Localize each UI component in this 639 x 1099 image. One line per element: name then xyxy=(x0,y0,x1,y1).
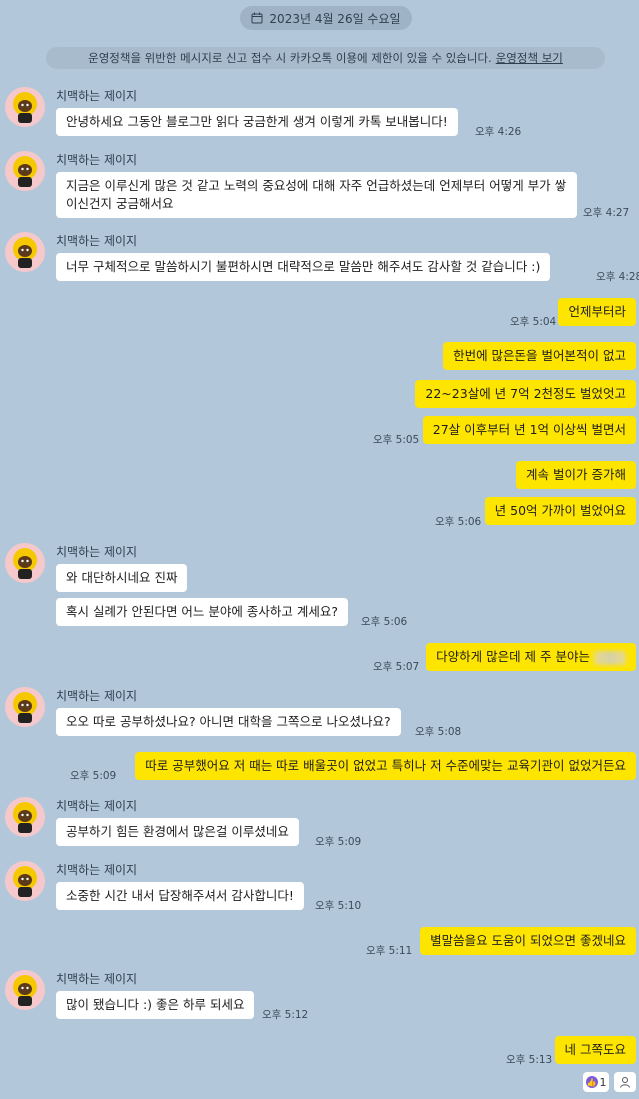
message-bubble[interactable]: 안녕하세요 그동안 블로그만 읽다 궁금한게 생겨 이렇게 카톡 보내봅니다! xyxy=(56,108,458,136)
message-time: 오후 5:08 xyxy=(415,726,462,738)
message-bubble[interactable]: 따로 공부했어요 저 때는 따로 배울곳이 없었고 특히나 저 수준에맞는 교육… xyxy=(135,752,636,780)
message-bubble[interactable]: 너무 구체적으로 말씀하시기 불편하시면 대략적으로 말씀만 해주셔도 감사할 … xyxy=(56,253,551,281)
message-time: 오후 5:06 xyxy=(361,616,408,628)
thumbs-up-icon: 👍 xyxy=(585,1076,598,1088)
calendar-icon xyxy=(251,12,263,24)
sender-name: 치맥하는 제이지 xyxy=(56,153,138,167)
sender-avatar[interactable] xyxy=(5,87,45,127)
avatar-character-icon xyxy=(5,87,45,127)
message-time: 오후 5:13 xyxy=(506,1054,553,1066)
sender-name: 치맥하는 제이지 xyxy=(56,972,138,986)
message-bubble[interactable]: 한번에 많은돈을 벌어본적이 없고 xyxy=(443,342,636,370)
sender-name: 치맥하는 제이지 xyxy=(56,89,138,103)
message-time: 오후 5:09 xyxy=(315,836,362,848)
sender-avatar[interactable] xyxy=(5,687,45,727)
message-time: 오후 5:09 xyxy=(70,770,117,782)
message-bubble[interactable]: 27살 이후부터 년 1억 이상씩 벌면서 xyxy=(422,416,636,444)
message-time: 오후 4:26 xyxy=(475,126,522,138)
blurred-redaction xyxy=(594,650,626,665)
sender-name: 치맥하는 제이지 xyxy=(56,689,138,703)
sender-avatar[interactable] xyxy=(5,861,45,901)
avatar-character-icon xyxy=(5,797,45,837)
message-time: 오후 4:28 xyxy=(596,271,639,283)
date-text: 2023년 4월 26일 수요일 xyxy=(269,11,401,26)
sender-avatar[interactable] xyxy=(5,543,45,583)
message-bubble[interactable]: 언제부터라 xyxy=(558,298,636,326)
sender-avatar[interactable] xyxy=(5,970,45,1010)
avatar-character-icon xyxy=(5,232,45,272)
message-time: 오후 5:06 xyxy=(435,516,482,528)
message-bubble[interactable]: 와 대단하시네요 진짜 xyxy=(56,564,188,592)
sender-avatar[interactable] xyxy=(5,232,45,272)
policy-link[interactable]: 운영정책 보기 xyxy=(496,50,563,66)
sender-avatar[interactable] xyxy=(5,797,45,837)
policy-notice: 운영정책을 위반한 메시지로 신고 접수 시 카카오톡 이용에 제한이 있을 수… xyxy=(46,47,605,69)
date-divider: 2023년 4월 26일 수요일 xyxy=(240,6,412,30)
message-time: 오후 5:04 xyxy=(510,316,557,328)
message-time: 오후 5:11 xyxy=(366,945,413,957)
avatar-character-icon xyxy=(5,687,45,727)
reaction-user-button[interactable] xyxy=(614,1072,636,1092)
message-bubble[interactable]: 별말씀을요 도움이 되었으면 좋겠네요 xyxy=(420,927,636,955)
reaction-badge[interactable]: 👍 1 xyxy=(583,1072,609,1092)
sender-name: 치맥하는 제이지 xyxy=(56,799,138,813)
avatar-character-icon xyxy=(5,543,45,583)
message-bubble[interactable]: 년 50억 가까이 벌었어요 xyxy=(484,497,636,525)
message-time: 오후 4:27 xyxy=(583,207,630,219)
message-bubble[interactable]: 공부하기 힘든 환경에서 많은걸 이루셨네요 xyxy=(56,818,299,846)
message-bubble[interactable]: 소중한 시간 내서 답장해주셔서 감사합니다! xyxy=(56,882,304,910)
message-bubble[interactable]: 혹시 실례가 안된다면 어느 분야에 종사하고 계세요? xyxy=(56,598,348,626)
sender-name: 치맥하는 제이지 xyxy=(56,863,138,877)
message-time: 오후 5:05 xyxy=(373,434,420,446)
message-time: 오후 5:10 xyxy=(315,900,362,912)
reaction-count: 1 xyxy=(599,1075,607,1089)
message-bubble[interactable]: 많이 됐습니다 :) 좋은 하루 되세요 xyxy=(56,991,255,1019)
message-bubble[interactable]: 다양하게 많은데 제 주 분야는 xyxy=(426,643,636,671)
avatar-character-icon xyxy=(5,861,45,901)
message-bubble[interactable]: 네 그쪽도요 xyxy=(554,1036,636,1064)
person-icon xyxy=(620,1077,630,1088)
sender-name: 치맥하는 제이지 xyxy=(56,234,138,248)
message-time: 오후 5:12 xyxy=(262,1009,309,1021)
avatar-character-icon xyxy=(5,970,45,1010)
sender-avatar[interactable] xyxy=(5,151,45,191)
message-bubble[interactable]: 지금은 이루신게 많은 것 같고 노력의 중요성에 대해 자주 언급하셨는데 언… xyxy=(56,172,577,218)
message-text: 다양하게 많은데 제 주 분야는 xyxy=(436,649,590,664)
policy-notice-text: 운영정책을 위반한 메시지로 신고 접수 시 카카오톡 이용에 제한이 있을 수… xyxy=(88,51,492,65)
sender-name: 치맥하는 제이지 xyxy=(56,545,138,559)
message-time: 오후 5:07 xyxy=(373,661,420,673)
message-bubble[interactable]: 오오 따로 공부하셨나요? 아니면 대학을 그쪽으로 나오셨나요? xyxy=(56,708,401,736)
message-bubble[interactable]: 계속 벌이가 증가해 xyxy=(516,461,636,489)
avatar-character-icon xyxy=(5,151,45,191)
message-bubble[interactable]: 22~23살에 년 7억 2천정도 벌었엇고 xyxy=(415,380,636,408)
